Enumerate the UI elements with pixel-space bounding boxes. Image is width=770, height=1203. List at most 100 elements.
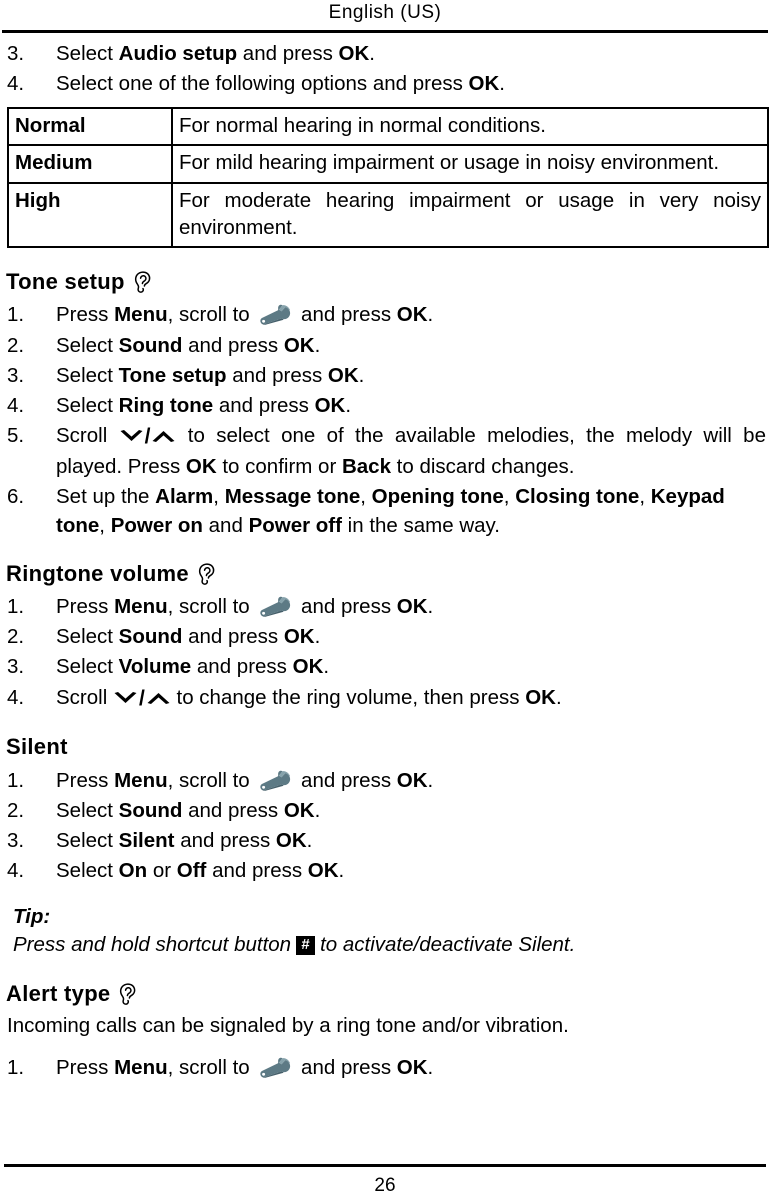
emphasis-text: OK xyxy=(338,42,370,65)
step-number: 2. xyxy=(7,625,25,649)
emphasis-text: Menu xyxy=(114,1055,168,1079)
step-text-run: and press xyxy=(295,768,397,792)
step-number: 2. xyxy=(7,798,25,822)
step-body: Select Audio setup and press OK. xyxy=(56,39,766,68)
step-text-run: . xyxy=(555,685,562,709)
emphasis-text: OK xyxy=(327,363,359,387)
step-text-run: Select xyxy=(56,393,119,417)
ear-icon xyxy=(132,271,151,294)
step-body: Press Menu, scroll to and press OK. xyxy=(56,1053,766,1082)
option-label: High xyxy=(7,181,173,249)
chevron-up-icon xyxy=(146,690,171,706)
numbered-step: 2. Select Sound and press OK. xyxy=(4,331,766,360)
emphasis-text: Volume xyxy=(118,655,192,679)
ear-icon xyxy=(117,983,136,1005)
emphasis-text: Menu xyxy=(114,768,168,792)
section-title: Tone setup xyxy=(6,269,125,295)
step-body: Select Silent and press OK. xyxy=(56,826,766,855)
emphasis-text: OK xyxy=(307,858,339,882)
wrench-icon xyxy=(257,304,293,326)
section-heading-tone-setup: Tone setup xyxy=(6,270,766,294)
step-number: 3. xyxy=(7,655,25,679)
emphasis-text: Opening tone xyxy=(371,484,504,508)
step-body: Select Sound and press OK. xyxy=(56,796,766,825)
step-text-run: Select xyxy=(56,625,119,649)
step-text-run: and press xyxy=(182,798,284,822)
step-text-run: and press xyxy=(182,333,284,357)
step-text-run: . xyxy=(499,72,505,96)
step-text-run: . xyxy=(314,333,321,357)
step-text-run: , xyxy=(639,484,651,508)
section-step-list: 1. Press Menu, scroll to and press OK. 2. S… xyxy=(4,592,766,713)
emphasis-text: Ring tone xyxy=(118,393,214,417)
page-content: 3. Select Audio setup and press OK. 4. Sele… xyxy=(0,33,770,1082)
emphasis-text: Power on xyxy=(110,513,203,537)
emphasis-text: Closing tone xyxy=(515,484,640,508)
step-text-run: and press xyxy=(295,303,397,327)
section-list: Tone setup 1. Press Menu, scroll to and pr… xyxy=(4,270,766,885)
step-number: 5. xyxy=(7,423,25,447)
emphasis-text: OK xyxy=(396,303,428,327)
emphasis-text: Silent xyxy=(118,828,175,852)
step-text-run: and press xyxy=(295,1055,397,1079)
numbered-step: 5. Scroll / to select one of the availabl… xyxy=(4,421,766,481)
step-body: Press Menu, scroll to and press OK. xyxy=(56,300,766,329)
emphasis-text: Back xyxy=(341,454,391,478)
emphasis-text: OK xyxy=(292,655,324,679)
numbered-step: 3. Select Tone setup and press OK. xyxy=(4,361,766,390)
step-text-run: . xyxy=(314,625,321,649)
step-text-run: . xyxy=(427,768,434,792)
step-body: Select Sound and press OK. xyxy=(56,331,766,360)
manual-page: English (US) 3. Select Audio setup and pr… xyxy=(0,0,770,1203)
numbered-step: 4. Scroll / to change the ring volume, th… xyxy=(4,683,766,714)
step-body: Select one of the following options and … xyxy=(56,69,766,98)
hash-key-icon: # xyxy=(296,935,316,955)
option-description: For moderate hearing impairment or usage… xyxy=(171,181,769,249)
emphasis-text: On xyxy=(118,858,148,882)
tip-text-before: Press and hold shortcut button xyxy=(13,932,292,956)
step-text-run: . xyxy=(323,655,330,679)
step-text-run: . xyxy=(427,303,434,327)
step-text-run: . xyxy=(338,858,345,882)
chevron-up-icon xyxy=(151,428,176,444)
emphasis-text: Off xyxy=(176,858,207,882)
step-number: 3. xyxy=(7,828,25,852)
step-text-run: Select xyxy=(56,363,119,387)
step-text-run: and press xyxy=(226,363,328,387)
step-text-run: and press xyxy=(237,42,339,65)
section-title: Alert type xyxy=(6,980,111,1006)
emphasis-text: OK xyxy=(396,1055,428,1079)
emphasis-text: OK xyxy=(283,798,315,822)
emphasis-text: OK xyxy=(275,828,307,852)
emphasis-text: Alarm xyxy=(155,484,214,508)
table-row: Normal For normal hearing in normal condi… xyxy=(7,107,769,147)
step-text-run: Select xyxy=(56,655,119,679)
section-heading-alert-type: Alert type xyxy=(6,980,766,1006)
intro-step-list: 3. Select Audio setup and press OK. 4. Sele… xyxy=(4,39,766,98)
emphasis-text: OK xyxy=(525,685,556,709)
step-text-run: or xyxy=(147,858,177,882)
step-text-run: . xyxy=(427,1055,434,1079)
step-number: 2. xyxy=(7,333,25,357)
step-text-run: Select xyxy=(56,858,119,882)
step-text-run: , xyxy=(99,513,111,537)
option-description: For normal hearing in normal conditions. xyxy=(171,107,769,147)
numbered-step: 1. Press Menu, scroll to and press OK. xyxy=(4,300,766,329)
step-body: Select Tone setup and press OK. xyxy=(56,361,766,390)
numbered-step: 2. Select Sound and press OK. xyxy=(4,622,766,651)
chevron-down-icon xyxy=(113,690,138,706)
tip-title: Tip: xyxy=(13,904,51,928)
numbered-step: 4. Select Ring tone and press OK. xyxy=(4,391,766,420)
table-row: High For moderate hearing impairment or u… xyxy=(7,181,769,249)
emphasis-text: Menu xyxy=(114,595,168,619)
emphasis-text: OK xyxy=(396,595,428,619)
page-number: 26 xyxy=(374,1175,396,1196)
emphasis-text: Audio setup xyxy=(118,42,238,65)
step-text-run: Select xyxy=(56,828,119,852)
step-number: 4. xyxy=(7,685,25,709)
section-step-list: 1. Press Menu, scroll to and press OK. 2. S… xyxy=(4,766,766,885)
step-text-run: , scroll to xyxy=(167,1055,256,1079)
step-text-run: Press xyxy=(56,595,115,619)
step-number: 4. xyxy=(7,72,25,96)
numbered-step: 2. Select Sound and press OK. xyxy=(4,796,766,825)
